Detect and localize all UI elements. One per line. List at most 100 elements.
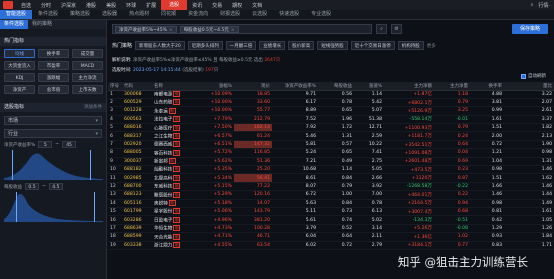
menu-item-extend[interactable]: 扩展 bbox=[141, 2, 161, 9]
column-header[interactable]: 名称 bbox=[152, 82, 194, 91]
table-cell: 10.68 bbox=[272, 165, 318, 175]
tab-condition-pick[interactable]: 条件选股 bbox=[32, 10, 64, 19]
industry-field[interactable]: 行业 ▾ bbox=[4, 129, 102, 138]
save-strategy-button[interactable]: 保存策略 bbox=[512, 24, 548, 34]
column-header[interactable]: 量比 bbox=[504, 82, 554, 91]
column-header[interactable]: 涨幅% bbox=[194, 82, 234, 91]
search-icon[interactable]: ⌕ bbox=[376, 24, 387, 34]
table-row[interactable]: 4 600563 法拉电子融 +7.79% 212.79 7.52 1.96 51.38 -55… bbox=[108, 115, 554, 125]
settings-icon[interactable]: ⚙ bbox=[391, 24, 402, 34]
table-row[interactable]: 12 688700 东威科技融 +5.15% 77.22 8.07 0.79 3.92 -126… bbox=[108, 182, 554, 192]
menu-item-options[interactable]: 期权 bbox=[227, 2, 247, 9]
hot-indicator-button[interactable]: MACD bbox=[72, 61, 103, 70]
tab-pro-pick[interactable]: 专业选股 bbox=[305, 10, 337, 19]
table-row[interactable]: 15 601799 星宇股份融 +5.06% 143.79 5.11 0.73 6.13 +30… bbox=[108, 207, 554, 217]
column-header[interactable]: 换手率 bbox=[470, 82, 504, 91]
tab-condition[interactable]: 条件选股 bbox=[0, 20, 29, 29]
hot-strategy-button[interactable]: 近期多头排列 bbox=[187, 41, 223, 50]
hot-indicator-button[interactable]: 总市值 bbox=[38, 85, 69, 94]
menu-item-stock-picking[interactable]: 选股 bbox=[161, 0, 188, 10]
hot-strategy-button[interactable]: 机构持股 bbox=[397, 41, 424, 50]
menu-item-trade[interactable]: 交易 bbox=[207, 2, 227, 9]
add-condition-link[interactable]: 添加条件 bbox=[84, 103, 102, 112]
eps-histogram[interactable] bbox=[4, 192, 103, 222]
hot-indicator-button[interactable]: KDJ bbox=[4, 73, 35, 82]
column-header[interactable]: 主力净量 bbox=[434, 82, 470, 91]
hot-indicator-button[interactable]: 均线 bbox=[4, 49, 35, 58]
column-header[interactable]: 现价 bbox=[234, 82, 272, 91]
quote-label[interactable]: 行情· bbox=[538, 2, 550, 9]
menu-item-a-share[interactable]: 沪深京 bbox=[56, 2, 81, 9]
table-row[interactable]: 17 688639 华恒生物融 +4.73% 100.28 3.79 0.52 3.14 +5.… bbox=[108, 224, 554, 234]
roe-min-input[interactable]: 5 bbox=[38, 141, 53, 148]
menu-item-global[interactable]: 环球 bbox=[121, 2, 141, 9]
tab-money-flow[interactable]: 资金流向 bbox=[182, 10, 214, 19]
hot-indicator-button[interactable]: 涨跌幅 bbox=[38, 73, 69, 82]
table-row[interactable]: 14 605116 奥锐特融 +5.18% 14.07 5.63 0.84 0.78 +2164… bbox=[108, 199, 554, 208]
table-row[interactable]: 10 688182 灿勤科技融 +5.35% 25.20 10.68 1.14 5.05 +47… bbox=[108, 165, 554, 175]
market-field[interactable]: 市场 ▾ bbox=[4, 116, 102, 125]
hot-strategy-button[interactable]: 新增股东人数大于20 bbox=[135, 41, 185, 50]
tab-cloud-pick[interactable]: 云选股 bbox=[246, 10, 273, 19]
column-header[interactable]: 主力净额 bbox=[384, 82, 434, 91]
tab-my-strategy[interactable]: 我的策略 bbox=[28, 20, 56, 29]
hot-strategy-button[interactable]: 一月翻三倍 bbox=[225, 41, 257, 50]
tab-quick-pick[interactable]: 快速选股 bbox=[273, 10, 305, 19]
menu-item-news[interactable]: 资讯 bbox=[187, 2, 207, 9]
hot-strategy-button[interactable]: 业绩增长 bbox=[259, 41, 286, 50]
table-row[interactable]: 16 603286 日盈电子融 +4.96% 381.20 5.61 0.74 5.02 -13… bbox=[108, 215, 554, 225]
table-row[interactable]: 6 688317 之江生物融 +6.57% 61.24 5.46 1.31 2.59 +1181… bbox=[108, 131, 554, 141]
hot-indicator-button[interactable]: 换手率 bbox=[38, 49, 69, 58]
table-row[interactable]: 11 002985 北摩高科融 +5.34% 56.41 8.61 0.84 2.66 +112… bbox=[108, 173, 554, 183]
column-header[interactable]: 涨速% bbox=[354, 82, 384, 91]
hot-strategy-button[interactable]: 股价新高 bbox=[288, 41, 315, 50]
search-icon[interactable]: ⌕ bbox=[531, 2, 534, 8]
condition-input[interactable]: 净资产收益率5%~45% × 每股收益0.5元~4.5元 × bbox=[112, 24, 372, 34]
hot-strategy-button[interactable]: 短线强势股 bbox=[317, 41, 348, 50]
tab-hot-topics[interactable]: 热点题材 bbox=[123, 10, 155, 19]
hot-indicator-button[interactable]: 大资金流入 bbox=[4, 61, 35, 70]
hot-indicator-button[interactable]: 净资产 bbox=[4, 85, 35, 94]
condition-chip[interactable]: 每股收益0.5元~4.5元 × bbox=[179, 25, 239, 33]
table-row[interactable]: 3 001228 永泰运融 +10.00% 55.77 8.89 0.65 5.07 +5126… bbox=[108, 106, 554, 116]
table-row[interactable]: 1 300068 南都电源融 +10.09% 18.85 9.71 0.56 1.14 +1.8… bbox=[108, 90, 554, 99]
roe-histogram[interactable] bbox=[4, 150, 103, 180]
column-header[interactable]: 每股收益 bbox=[318, 82, 354, 91]
column-header[interactable]: 净资产收益率% bbox=[272, 82, 318, 91]
table-row[interactable]: 7 002920 德赛西威融 +6.51% 147.32 5.81 0.57 10.22 +35… bbox=[108, 140, 554, 150]
close-icon[interactable]: × bbox=[169, 28, 173, 33]
tab-financial-pick[interactable]: 财报选股 bbox=[214, 10, 246, 19]
hot-indicator-button[interactable]: 上市天数 bbox=[72, 85, 103, 94]
tab-picker[interactable]: 选股器 bbox=[96, 10, 123, 19]
hot-indicator-button[interactable]: 市盈率 bbox=[38, 61, 69, 70]
menu-item-watchlist[interactable]: 自选 bbox=[16, 2, 36, 9]
table-row[interactable]: 5 688016 心脉医疗融 +7.50% 182.14 7.92 1.72 12.71 +11… bbox=[108, 123, 554, 133]
auto-refresh-toggle[interactable]: 自动刷新 bbox=[521, 73, 546, 79]
table-row[interactable]: 2 600529 山东药玻融 +10.00% 33.60 6.17 0.78 5.42 +680… bbox=[108, 98, 554, 108]
checkbox-icon[interactable] bbox=[521, 73, 526, 79]
tab-smart-pick[interactable]: 智能选股 bbox=[0, 10, 33, 19]
tab-ths[interactable]: 同花顺 bbox=[155, 10, 182, 19]
roe-max-input[interactable]: 45 bbox=[62, 141, 77, 148]
column-header[interactable]: 序号 bbox=[108, 82, 122, 91]
menu-item-us[interactable]: 美股 bbox=[101, 2, 121, 9]
table-row[interactable]: 19 603338 浙江鼎力融 +4.55% 63.54 6.02 0.72 2.79 +318… bbox=[108, 241, 554, 250]
table-row[interactable]: 13 688123 聚辰股份融 +5.29% 120.16 6.72 1.00 7.00 +46… bbox=[108, 190, 554, 200]
menu-item-docs[interactable]: 文档 bbox=[247, 2, 267, 9]
menu-item-timeshare[interactable]: 分时 bbox=[36, 2, 56, 9]
menu-item-hk[interactable]: 港股 bbox=[81, 2, 101, 9]
eps-max-input[interactable]: 4.5 bbox=[48, 183, 63, 190]
hot-strategy-button[interactable]: 近十个交易日涨停 bbox=[350, 41, 395, 50]
column-header[interactable]: 代码 bbox=[122, 82, 152, 91]
hot-indicator-button[interactable]: 成交量 bbox=[72, 49, 103, 58]
close-icon[interactable]: × bbox=[231, 28, 235, 33]
tab-strategy-pick[interactable]: 策略选股 bbox=[64, 10, 96, 19]
eps-min-input[interactable]: 0.5 bbox=[25, 183, 39, 190]
condition-chip[interactable]: 净资产收益率5%~45% × bbox=[115, 25, 177, 33]
table-row[interactable]: 9 300037 新宙邦融 +5.62% 51.36 7.21 0.49 2.75 +2601.… bbox=[108, 157, 554, 167]
hot-indicator-button[interactable]: 主力净流 bbox=[72, 73, 103, 82]
table-row[interactable]: 18 688599 天合光能融 +4.71% 46.71 6.04 0.64 2.11 +1.3… bbox=[108, 232, 554, 242]
more-strategies-link[interactable]: 更多 bbox=[427, 43, 436, 49]
table-row[interactable]: 8 688005 容百科技融 +5.72% 116.85 5.24 0.65 7.41 +109… bbox=[108, 148, 554, 158]
table-cell: +5.18% bbox=[194, 199, 234, 208]
